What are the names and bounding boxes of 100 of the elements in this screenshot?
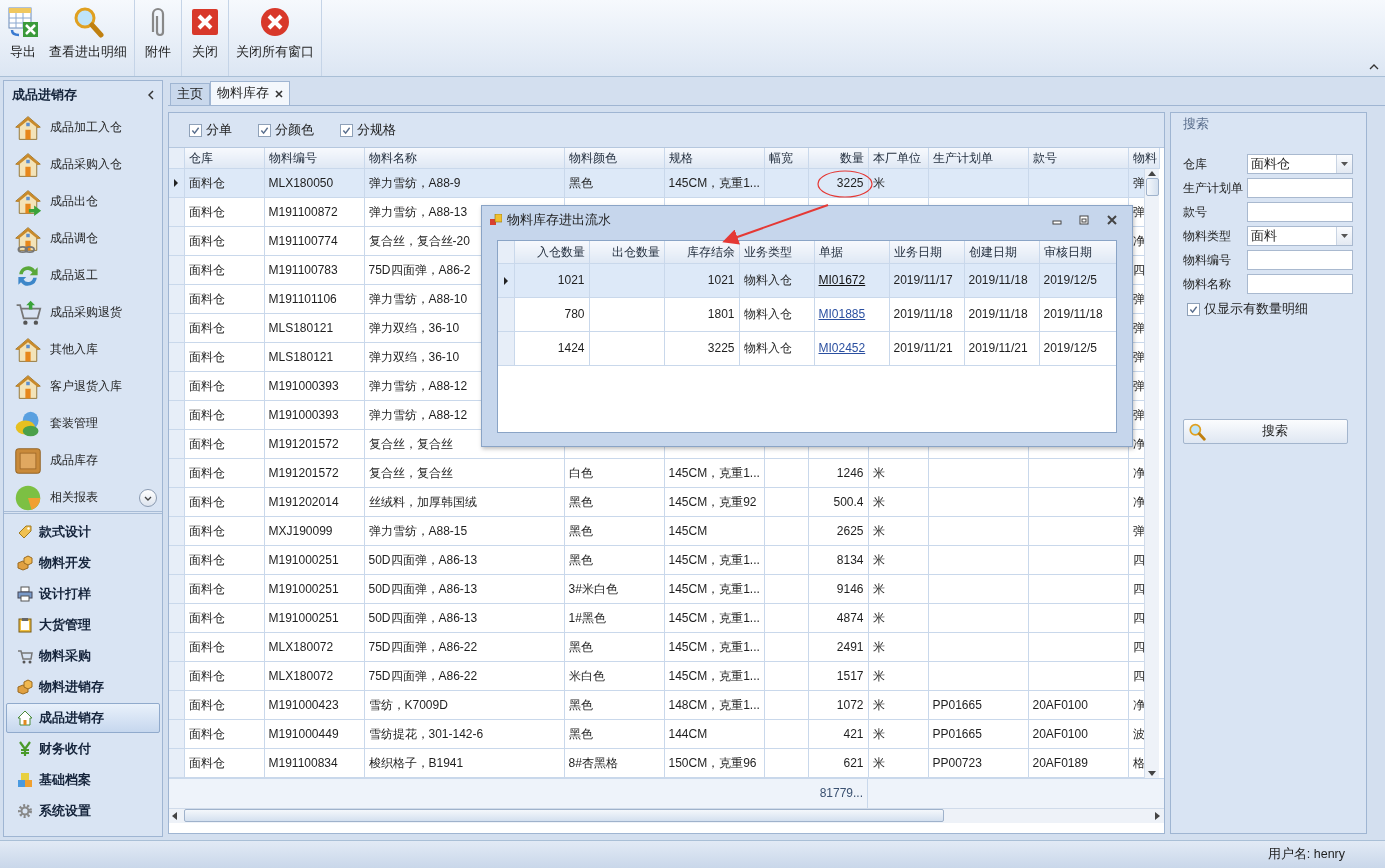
document-link[interactable]: MI02452 <box>818 340 866 355</box>
window-icon <box>490 214 502 226</box>
table-cell: 4874 <box>808 603 868 633</box>
table-cell: M191000251 <box>264 574 364 604</box>
toolbar-button[interactable]: 导出 <box>2 0 44 76</box>
table-cell: 2019/11/17 <box>889 263 964 297</box>
table-cell: 20AF0100 <box>1028 690 1128 720</box>
checkbox[interactable] <box>258 123 271 137</box>
column-header[interactable]: 生产计划单 <box>928 148 1028 168</box>
printer-icon <box>17 586 33 602</box>
nav-item[interactable]: 物料进销存 <box>6 672 160 702</box>
nav-item[interactable]: 基础档案 <box>6 765 160 795</box>
toolbar-button[interactable]: 关闭 <box>184 0 226 76</box>
toolbar-button[interactable]: 查看进出明细 <box>44 0 132 76</box>
sidebar-item[interactable]: 套装管理 <box>4 405 162 442</box>
sidebar-item[interactable]: 成品采购退货 <box>4 294 162 331</box>
column-header[interactable]: 创建日期 <box>964 241 1039 263</box>
table-row[interactable]: 1021 1021 物料入仓 MI01672 2019/11/17 2019/11/18 2019/12/5 <box>498 263 1116 297</box>
nav-item[interactable]: 大货管理 <box>6 610 160 640</box>
tab[interactable]: 主页 <box>170 83 210 105</box>
table-cell: M191000251 <box>264 603 364 633</box>
column-header[interactable]: 款号 <box>1028 148 1128 168</box>
column-header[interactable]: 物料编号 <box>264 148 364 168</box>
table-cell: M191000423 <box>264 690 364 720</box>
table-cell: 75D四面弹，A86-22 <box>364 632 564 662</box>
column-header[interactable]: 物料名称 <box>364 148 564 168</box>
nav-item[interactable]: 设计打样 <box>6 579 160 609</box>
column-header[interactable]: 物料 <box>1128 148 1159 168</box>
nav-item[interactable]: 物料开发 <box>6 548 160 578</box>
input-field[interactable] <box>1247 274 1353 294</box>
table-row[interactable]: 面料仓 MLX180072 75D四面弹，A86-22 黑色 145CM，克重1... 2491 米 四 <box>169 632 1144 662</box>
nav-item[interactable]: 系统设置 <box>6 796 160 826</box>
table-cell: 米 <box>868 690 928 720</box>
table-cell: 面料仓 <box>184 400 264 430</box>
table-row[interactable]: 面料仓 M191000251 50D四面弹，A86-13 黑色 145CM，克重1... 8134 米 四 <box>169 545 1144 575</box>
scrollbar-thumb[interactable] <box>184 809 944 822</box>
column-header[interactable]: 单据 <box>814 241 889 263</box>
sidebar-item[interactable]: 成品出仓 <box>4 183 162 220</box>
search-button[interactable]: 搜索 <box>1183 419 1348 444</box>
column-header[interactable]: 入仓数量 <box>514 241 589 263</box>
input-field[interactable] <box>1247 202 1353 222</box>
table-cell: 黑色 <box>564 545 664 575</box>
table-cell: 1246 <box>808 458 868 488</box>
input-field[interactable] <box>1247 250 1353 270</box>
table-cell: 1#黑色 <box>564 603 664 633</box>
table-row[interactable]: 面料仓 M191000251 50D四面弹，A86-13 3#米白色 145CM，克重1... 9146 米 四 <box>169 574 1144 604</box>
column-header[interactable]: 规格 <box>664 148 764 168</box>
toolbar-button[interactable]: 附件 <box>137 0 179 76</box>
column-header[interactable]: 物料颜色 <box>564 148 664 168</box>
table-cell: MLS180121 <box>264 313 364 343</box>
column-header[interactable]: 仓库 <box>184 148 264 168</box>
document-link[interactable]: MI01885 <box>818 306 866 321</box>
sidebar-item[interactable]: 客户退货入库 <box>4 368 162 405</box>
table-cell: 面料仓 <box>184 632 264 662</box>
sidebar-item[interactable]: 成品加工入仓 <box>4 109 162 146</box>
column-header[interactable]: 库存结余 <box>664 241 739 263</box>
panel-title: 搜索 <box>1183 117 1209 132</box>
checkbox[interactable] <box>340 123 353 137</box>
table-cell: M191100774 <box>264 226 364 256</box>
nav-item[interactable]: 款式设计 <box>6 517 160 547</box>
column-header[interactable]: 数量 <box>808 148 868 168</box>
scroll-down-button[interactable] <box>1148 770 1156 778</box>
triangle-down-icon <box>1148 770 1156 776</box>
column-header[interactable]: 业务类型 <box>739 241 814 263</box>
sidebar-item[interactable]: 其他入库 <box>4 331 162 368</box>
column-header[interactable]: 业务日期 <box>889 241 964 263</box>
table-cell: 米 <box>868 632 928 662</box>
nav-item[interactable]: 物料采购 <box>6 641 160 671</box>
table-cell: 面料仓 <box>184 429 264 459</box>
checkbox[interactable] <box>189 123 202 137</box>
table-cell: 145CM，克重1... <box>664 661 764 691</box>
select-field[interactable]: 面料 <box>1247 226 1353 246</box>
column-header[interactable]: 出仓数量 <box>589 241 664 263</box>
checkbox[interactable] <box>1187 303 1200 316</box>
column-header[interactable]: 幅宽 <box>764 148 808 168</box>
sidebar-item[interactable]: 成品调仓 <box>4 220 162 257</box>
table-cell: 米 <box>868 603 928 633</box>
chevron-down-icon <box>144 495 152 501</box>
table-row[interactable]: 1424 3225 物料入仓 MI02452 2019/11/21 2019/11/21 2019/12/5 <box>498 331 1116 365</box>
scrollbar-thumb[interactable] <box>1145 177 1159 196</box>
toolbar-button[interactable]: 关闭所有窗口 <box>231 0 319 76</box>
sidebar-item[interactable]: 成品采购入仓 <box>4 146 162 183</box>
table-row[interactable]: 面料仓 MLX180072 75D四面弹，A86-22 米白色 145CM，克重1... 1517 米 四 <box>169 661 1144 691</box>
cart-icon <box>17 648 33 664</box>
house-icon <box>17 710 33 726</box>
column-header[interactable]: 本厂单位 <box>868 148 928 168</box>
nav-item[interactable]: 成品进销存 <box>6 703 160 733</box>
table-row[interactable]: 780 1801 物料入仓 MI01885 2019/11/18 2019/11/18 2019/11/18 <box>498 297 1116 331</box>
sidebar-item[interactable]: 成品返工 <box>4 257 162 294</box>
nav-item[interactable]: 财务收付 <box>6 734 160 764</box>
sidebar-item[interactable]: 成品库存 <box>4 442 162 479</box>
column-header[interactable]: 审核日期 <box>1039 241 1116 263</box>
tab[interactable]: 物料库存 <box>210 81 290 105</box>
table-cell: M191101106 <box>264 284 364 314</box>
select-field[interactable]: 面料仓 <box>1247 154 1353 174</box>
search-icon <box>1188 422 1206 441</box>
box-icon <box>14 446 42 475</box>
table-row[interactable]: 面料仓 M191000251 50D四面弹，A86-13 1#黑色 145CM，克重1... 4874 米 四 <box>169 603 1144 633</box>
input-field[interactable] <box>1247 178 1353 198</box>
checkbox-label: 仅显示有数量明细 <box>1204 302 1308 317</box>
